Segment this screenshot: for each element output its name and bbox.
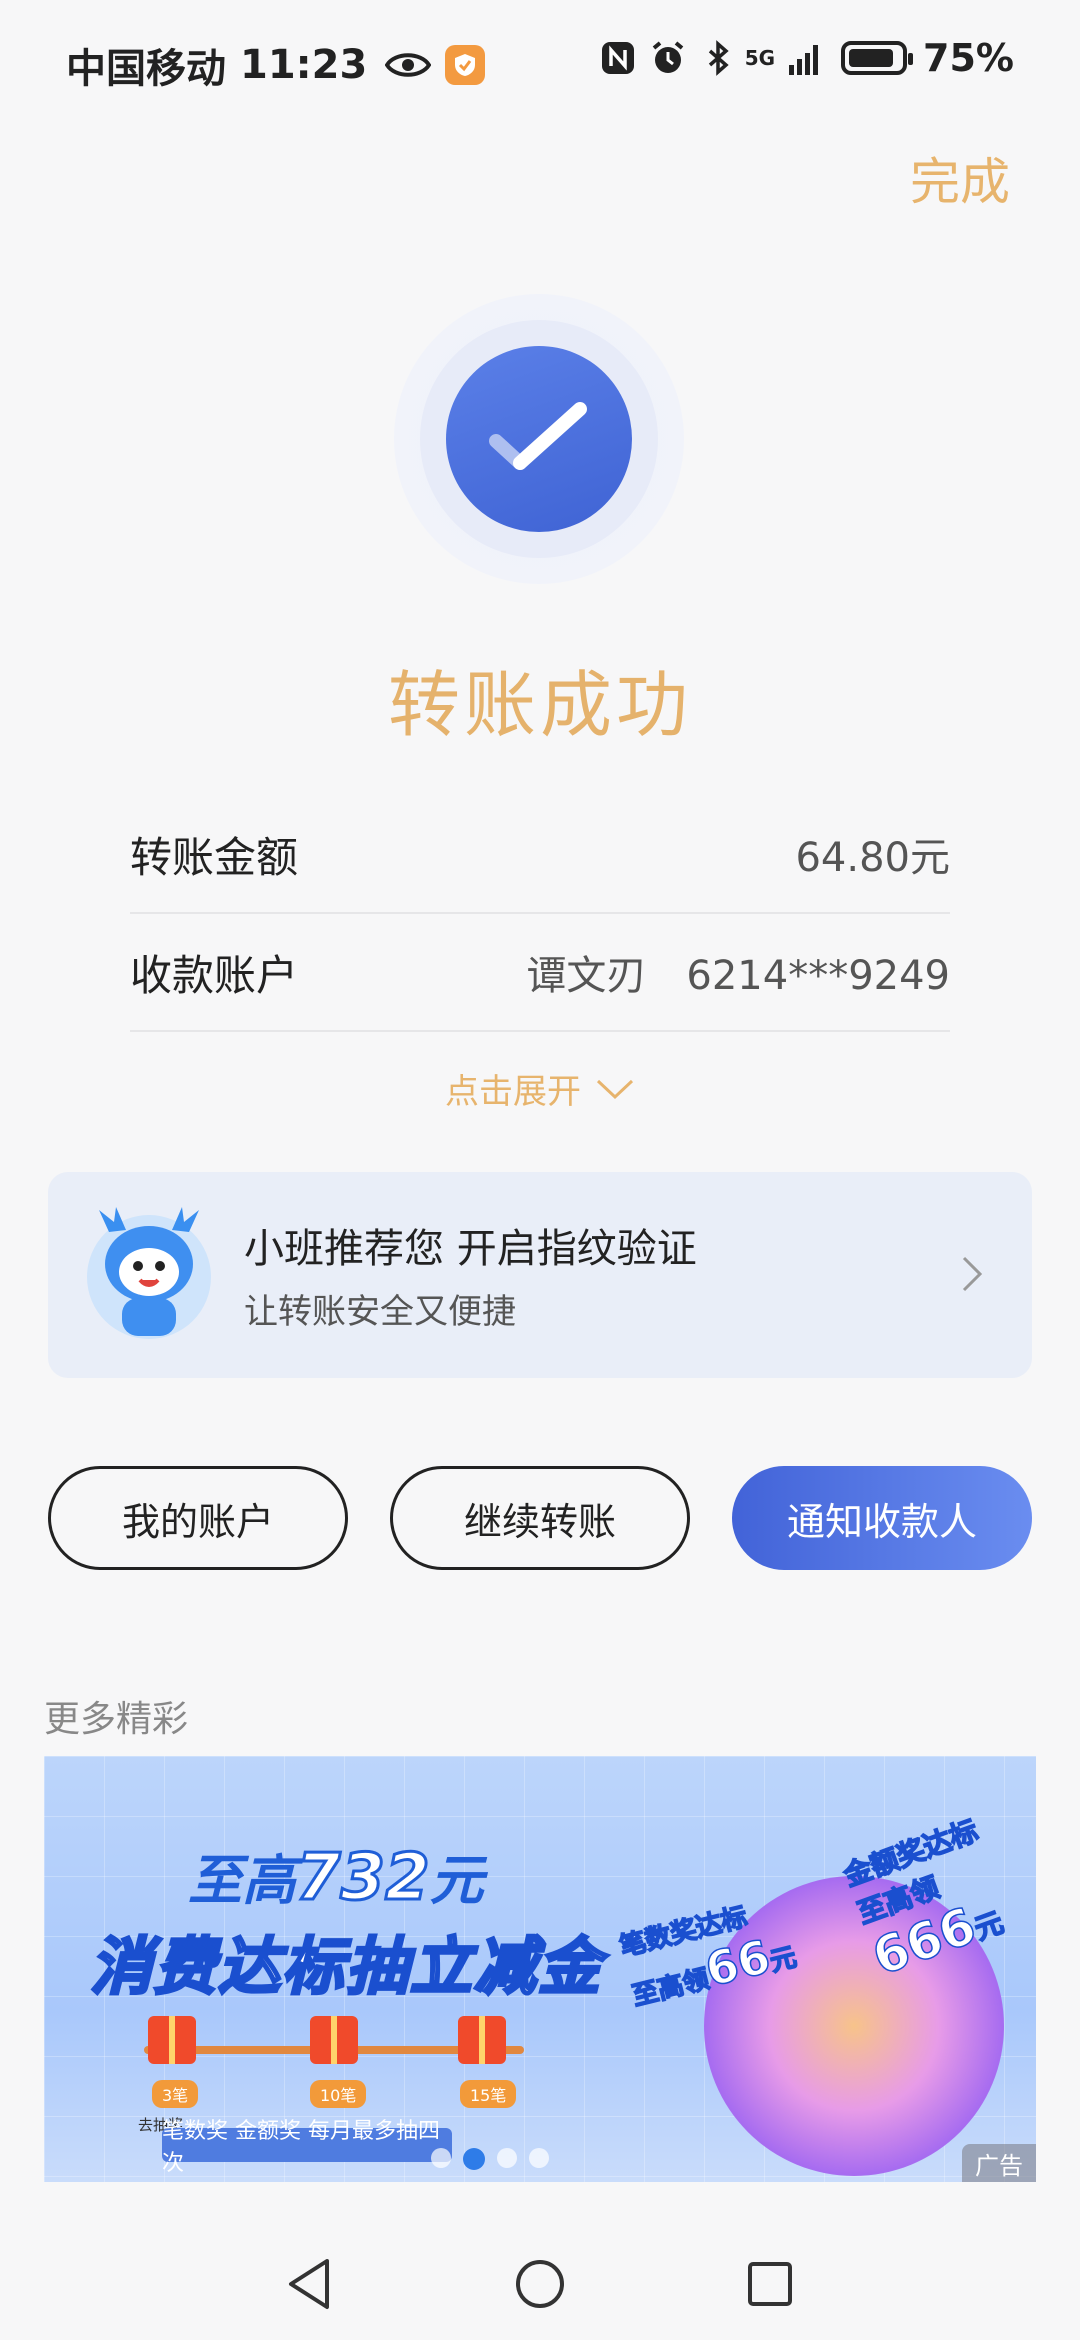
gift-icon (310, 2016, 358, 2064)
back-nav-button[interactable] (280, 2254, 340, 2314)
more-section-title: 更多精彩 (44, 1699, 189, 1740)
banner-headline: 消费达标抽立减金 (88, 1929, 603, 2005)
status-bar: 中国移动 11:23 5G 75% (0, 0, 1080, 120)
chevron-down-icon (596, 1079, 634, 1099)
step-label: 10笔 (310, 2080, 367, 2108)
banner-top-line: 至高732元 (188, 1840, 484, 1917)
gift-icon (458, 2016, 506, 2064)
payee-name: 谭文刃 (526, 953, 647, 999)
battery-icon (841, 41, 914, 75)
status-left: 中国移动 11:23 (66, 36, 486, 94)
step-label: 3笔 (152, 2080, 199, 2108)
gift-icon (148, 2016, 196, 2064)
fingerprint-recommend-card[interactable]: 小班推荐您 开启指纹验证 让转账安全又便捷 (48, 1172, 1032, 1378)
recents-nav-button[interactable] (740, 2254, 800, 2314)
status-right: 5G 75% (587, 36, 1014, 80)
clock: 11:23 (240, 42, 368, 88)
carousel-dot[interactable] (431, 2148, 451, 2168)
recents-square-icon (748, 2262, 792, 2306)
expand-label: 点击展开 (445, 1072, 581, 1112)
ad-label: 广告 (962, 2144, 1036, 2182)
system-nav-bar (0, 2224, 1080, 2340)
recommend-title: 小班推荐您 开启指纹验证 (244, 1226, 697, 1272)
carousel-dot[interactable] (497, 2148, 517, 2168)
nfc-icon (601, 42, 634, 74)
signal-icon (789, 45, 819, 75)
success-badge (394, 294, 684, 584)
chevron-right-icon (962, 1256, 983, 1292)
payee-row: 收款账户 谭文刃 6214***9249 (130, 914, 950, 1032)
network-type: 5G (744, 46, 776, 70)
recommend-subtitle: 让转账安全又便捷 (244, 1292, 516, 1332)
app-notification-icon (445, 45, 486, 85)
home-nav-button[interactable] (510, 2254, 570, 2314)
carrier-name: 中国移动 (66, 46, 226, 92)
payee-account: 6214***9249 (686, 953, 950, 999)
battery-percent: 75% (923, 36, 1014, 80)
eye-icon (385, 53, 432, 77)
payee-label: 收款账户 (130, 950, 299, 1000)
back-triangle-icon (289, 2259, 329, 2309)
step-label: 15笔 (460, 2080, 517, 2108)
notify-payee-button[interactable]: 通知收款人 (732, 1466, 1032, 1570)
home-circle-icon (516, 2260, 564, 2308)
promo-banner[interactable]: 至高732元 消费达标抽立减金 3笔 10笔 15笔 去抽奖 笔数奖 金额奖 每… (44, 1756, 1036, 2182)
payee-value: 谭文刃 6214***9249 (526, 943, 950, 1001)
amount-row: 转账金额 64.80元 (130, 796, 950, 914)
mascot-avatar (87, 1207, 211, 1339)
bluetooth-icon (708, 40, 729, 76)
continue-transfer-button[interactable]: 继续转账 (390, 1466, 690, 1570)
carousel-dots (44, 2148, 986, 2170)
alarm-icon (652, 41, 683, 73)
expand-details-button[interactable]: 点击展开 (0, 1064, 1080, 1113)
carousel-dot[interactable] (529, 2148, 549, 2168)
my-account-button[interactable]: 我的账户 (48, 1466, 348, 1570)
success-title: 转账成功 (387, 663, 692, 747)
done-button[interactable]: 完成 (910, 142, 1010, 214)
carousel-dot-active[interactable] (463, 2148, 485, 2170)
checkmark-icon (489, 402, 587, 470)
amount-label: 转账金额 (130, 832, 299, 882)
amount-value: 64.80元 (795, 835, 950, 881)
banner-top-number: 732 (295, 1840, 432, 1917)
